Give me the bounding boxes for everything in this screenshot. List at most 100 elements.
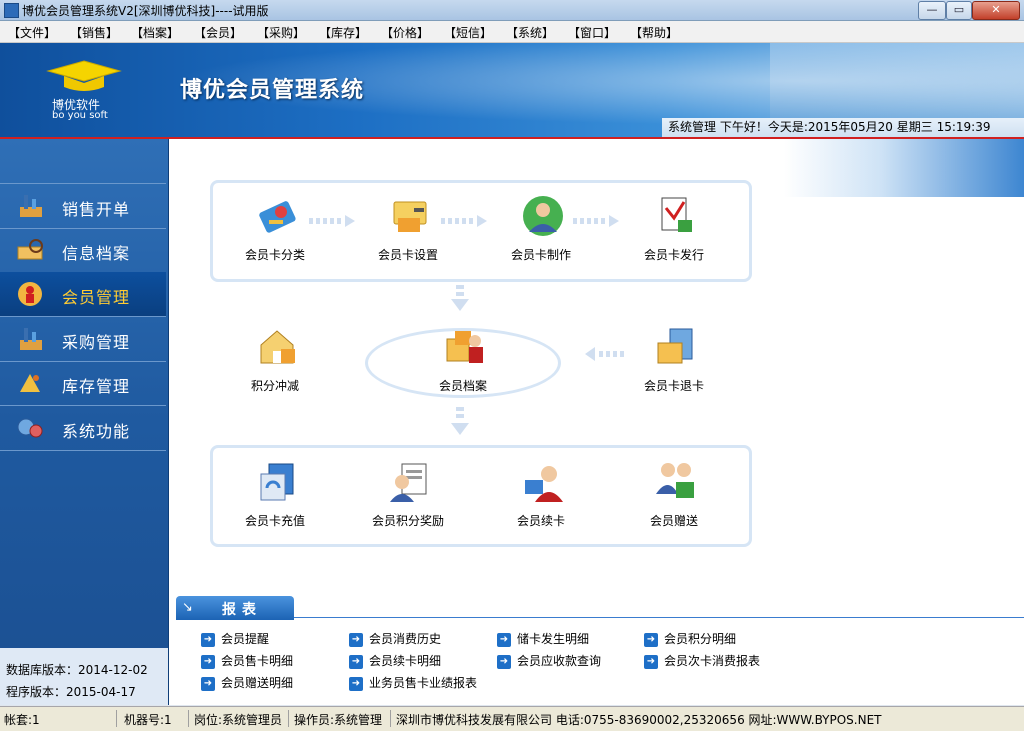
arrow-right-icon: ➜ [201,676,215,691]
report-link-receivables[interactable]: ➜ 会员应收款查询 [497,652,601,670]
arrow-right-icon: ➜ [497,654,511,669]
maximize-button[interactable]: ▭ [946,1,972,20]
flow-node-label: 会员积分奖励 [371,514,444,528]
report-link-label: 业务员售卡业绩报表 [369,676,478,690]
flow-node-card-settings[interactable]: 会员卡设置 [363,184,453,264]
menu-inventory[interactable]: 【库存】 [319,24,367,41]
card-renew-icon [525,466,563,502]
close-button[interactable]: ✕ [972,1,1020,20]
menu-sales[interactable]: 【销售】 [70,24,118,41]
inventory-icon [20,374,40,392]
report-link-card-renew[interactable]: ➜ 会员续卡明细 [349,652,441,670]
report-link-times-card[interactable]: ➜ 会员次卡消费报表 [644,652,760,670]
report-link-label: 会员积分明细 [664,632,737,646]
arrow-right-icon: ➜ [644,632,658,647]
report-link-label: 会员次卡消费报表 [664,654,761,668]
arrow-down-icon [451,285,469,311]
flow-node-label: 会员卡充值 [244,514,305,528]
sidebar-item-sales[interactable]: 销售开单 [0,183,166,229]
sidebar-item-member[interactable]: 会员管理 [0,272,166,317]
status-account: 帐套:1 [4,713,40,727]
flow-node-points-deduct[interactable]: 积分冲减 [230,315,320,395]
app-title: 博优会员管理系统 [180,78,365,103]
card-category-icon [259,201,296,233]
menu-purchase[interactable]: 【采购】 [257,24,305,41]
title-bar: 博优会员管理系统V2[深圳博优科技]----试用版 — ▭ ✕ [0,0,1024,21]
flow-node-label: 积分冲减 [250,379,299,393]
main-content: 会员卡分类 会员卡设置 会员卡制作 会员卡发行 积分冲减 会员档案 会员卡退卡 … [169,139,1024,705]
sidebar-item-purchase[interactable]: 采购管理 [0,317,166,362]
arrow-left-icon [585,347,624,361]
flow-node-label: 会员续卡 [516,514,565,528]
corner-decoration [784,139,1024,197]
greeting-text: 系统管理 下午好！今天是:2015年05月20 星期三 15:19:39 [668,120,991,134]
reports-divider [294,617,1024,618]
report-link-label: 会员售卡明细 [221,654,294,668]
sidebar-item-system[interactable]: 系统功能 [0,406,166,451]
arrow-right-icon: ➜ [201,632,215,647]
menu-system[interactable]: 【系统】 [506,24,554,41]
report-link-label: 会员消费历史 [369,632,442,646]
report-link-consume-history[interactable]: ➜ 会员消费历史 [349,630,441,648]
flow-node-card-make[interactable]: 会员卡制作 [496,184,586,264]
flow-node-label: 会员卡退卡 [643,379,704,393]
status-machine: 机器号:1 [124,713,172,727]
flow-node-label: 会员卡发行 [643,248,704,262]
menu-bar: 【文件】 【销售】 【档案】 【会员】 【采购】 【库存】 【价格】 【短信】 … [0,21,1024,43]
sidebar-item-archive[interactable]: 信息档案 [0,228,166,273]
arrow-right-icon: ➜ [349,632,363,647]
status-post: 岗位:系统管理员 [194,713,283,727]
flow-node-card-recharge[interactable]: 会员卡充值 [230,450,320,530]
minimize-button[interactable]: — [918,1,946,20]
member-archive-icon [446,331,483,363]
system-icon [17,418,43,438]
sidebar-item-label: 信息档案 [62,244,131,263]
sidebar-item-label: 系统功能 [62,422,131,441]
menu-window[interactable]: 【窗口】 [568,24,616,41]
flow-node-points-reward[interactable]: 会员积分奖励 [363,450,453,530]
flow-node-label: 会员档案 [438,379,487,393]
arrow-right-icon: ➜ [497,632,511,647]
flow-node-card-category[interactable]: 会员卡分类 [230,184,320,264]
menu-archive[interactable]: 【档案】 [131,24,179,41]
status-company: 深圳市博优科技发展有限公司 电话:0755-83690002,25320656 … [396,713,882,727]
report-link-card-sales[interactable]: ➜ 会员售卡明细 [201,652,293,670]
report-link-label: 储卡发生明细 [517,632,590,646]
arrow-right-icon: ➜ [349,676,363,691]
report-link-label: 会员赠送明细 [221,676,294,690]
sidebar-item-inventory[interactable]: 库存管理 [0,361,166,406]
archive-icon [17,239,43,260]
flow-node-card-return[interactable]: 会员卡退卡 [629,315,719,395]
card-return-icon [657,328,693,364]
logo-text-en: bo you soft [52,110,108,121]
menu-sms[interactable]: 【短信】 [444,24,492,41]
report-link-salesman-performance[interactable]: ➜ 业务员售卡业绩报表 [349,674,477,692]
flow-node-member-archive[interactable]: 会员档案 [418,315,508,395]
menu-help[interactable]: 【帮助】 [630,24,678,41]
flow-node-label: 会员卡设置 [377,248,438,262]
flow-node-label: 会员赠送 [649,514,698,528]
reports-tab-label: 报表 [222,602,262,618]
arrow-down-icon [451,407,469,435]
report-link-points-detail[interactable]: ➜ 会员积分明细 [644,630,736,648]
report-link-gift-detail[interactable]: ➜ 会员赠送明细 [201,674,293,692]
window-title: 博优会员管理系统V2[深圳博优科技]----试用版 [22,4,269,18]
flow-node-card-issue[interactable]: 会员卡发行 [629,184,719,264]
card-make-icon [523,196,563,236]
member-gift-icon [656,463,694,498]
menu-file[interactable]: 【文件】 [8,24,56,41]
menu-price[interactable]: 【价格】 [381,24,429,41]
status-operator: 操作员:系统管理 [294,713,383,727]
report-link-stored-card-detail[interactable]: ➜ 储卡发生明细 [497,630,589,648]
arrow-right-icon: ➜ [201,654,215,669]
flow-node-card-renew[interactable]: 会员续卡 [496,450,586,530]
menu-member[interactable]: 【会员】 [194,24,242,41]
sidebar-item-label: 采购管理 [62,333,131,352]
app-icon [4,3,19,18]
reports-tab[interactable]: ↘ 报表 [176,596,294,620]
report-link-member-reminder[interactable]: ➜ 会员提醒 [201,630,269,648]
flow-node-member-gift[interactable]: 会员赠送 [629,450,719,530]
graduation-cap-logo-icon [46,60,122,91]
card-issue-icon [661,197,692,232]
flow-node-label: 会员卡制作 [510,248,571,262]
